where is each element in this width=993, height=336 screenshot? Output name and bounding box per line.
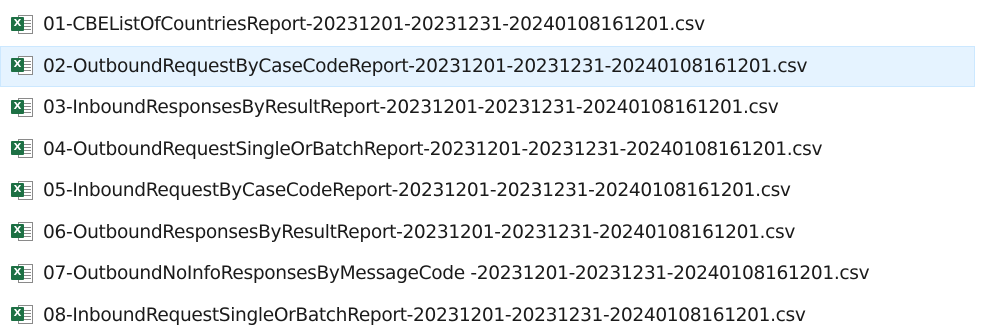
file-row[interactable]: X 03-InboundResponsesByResultReport-2023… bbox=[0, 87, 975, 129]
excel-csv-file-icon: X bbox=[11, 221, 35, 243]
file-name: 04-OutboundRequestSingleOrBatchReport-20… bbox=[43, 139, 822, 160]
excel-csv-file-icon: X bbox=[11, 14, 35, 36]
excel-csv-file-icon: X bbox=[11, 263, 35, 285]
file-row[interactable]: X 06-OutboundResponsesByResultReport-202… bbox=[0, 212, 975, 254]
file-row[interactable]: X 08-InboundRequestSingleOrBatchReport-2… bbox=[0, 295, 975, 336]
excel-csv-file-icon: X bbox=[11, 55, 35, 77]
file-row[interactable]: X 01-CBEListOfCountriesReport-20231201-2… bbox=[0, 4, 975, 46]
file-name: 08-InboundRequestSingleOrBatchReport-202… bbox=[43, 305, 806, 326]
file-name: 01-CBEListOfCountriesReport-20231201-202… bbox=[43, 14, 705, 35]
file-row[interactable]: X 05-InboundRequestByCaseCodeReport-2023… bbox=[0, 170, 975, 212]
file-row[interactable]: X 04-OutboundRequestSingleOrBatchReport-… bbox=[0, 129, 975, 171]
file-name: 05-InboundRequestByCaseCodeReport-202312… bbox=[43, 180, 791, 201]
file-name: 03-InboundResponsesByResultReport-202312… bbox=[43, 97, 778, 118]
file-row[interactable]: X 02-OutboundRequestByCaseCodeReport-202… bbox=[0, 46, 975, 88]
file-name: 07-OutboundNoInfoResponsesByMessageCode … bbox=[43, 263, 869, 284]
file-name: 06-OutboundResponsesByResultReport-20231… bbox=[43, 222, 795, 243]
excel-csv-file-icon: X bbox=[11, 180, 35, 202]
excel-csv-file-icon: X bbox=[11, 138, 35, 160]
file-row[interactable]: X 07-OutboundNoInfoResponsesByMessageCod… bbox=[0, 253, 975, 295]
file-name: 02-OutboundRequestByCaseCodeReport-20231… bbox=[43, 56, 807, 77]
excel-csv-file-icon: X bbox=[11, 304, 35, 326]
file-list: X 01-CBEListOfCountriesReport-20231201-2… bbox=[0, 0, 993, 334]
excel-csv-file-icon: X bbox=[11, 97, 35, 119]
